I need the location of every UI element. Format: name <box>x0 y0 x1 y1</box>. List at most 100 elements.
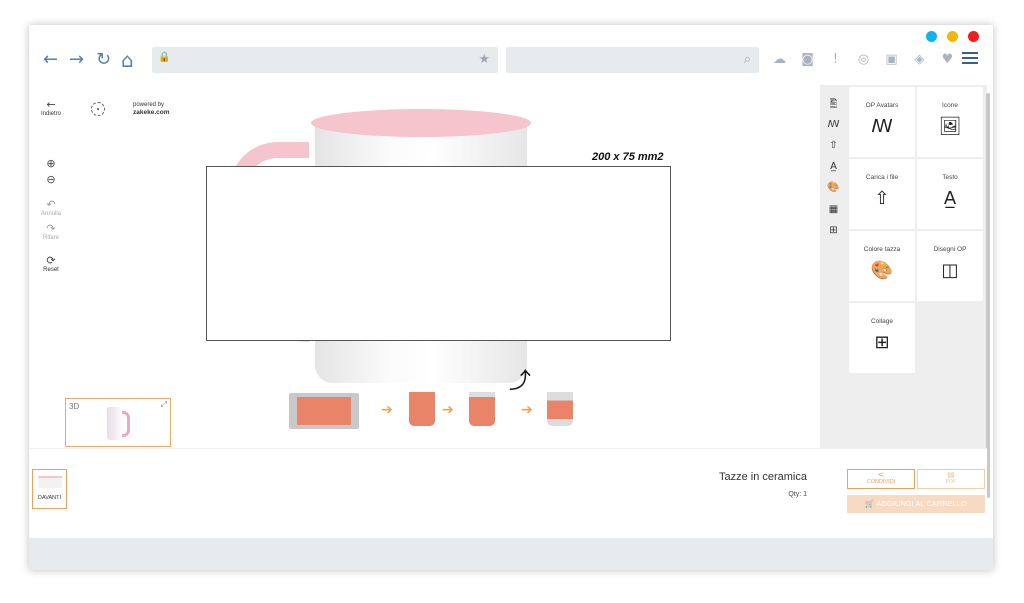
back-button[interactable]: ← Indietro <box>29 98 73 118</box>
zoom-in-icon: ⊕ <box>46 157 56 170</box>
brand-name[interactable]: zakeke.com <box>133 109 170 116</box>
tools-panel: OP Avatars ꟿ Icone 🖼 Carica i file ⇧ Tes… <box>847 85 987 448</box>
panel-item-mug-color[interactable]: Colore tazza 🎨 <box>849 231 915 301</box>
print-area[interactable] <box>206 166 671 341</box>
toolbar-icons: ☁ ◙ ! ◎ ▣ ◈ ♥ <box>771 51 956 68</box>
pdf-icon: ▤ <box>947 470 955 479</box>
back-label: Indietro <box>40 111 61 117</box>
print-area-dimensions: 200 x 75 mm2 <box>592 151 664 163</box>
avatars-tool-icon[interactable]: ꟿ <box>820 119 847 130</box>
search-bar[interactable]: ⌕ <box>506 47 759 73</box>
panel-item-label: Collage <box>870 318 894 325</box>
footer-band <box>29 538 993 570</box>
undo-button[interactable]: ↶ Annulla <box>29 198 73 218</box>
step-arrow-icon: ➔ <box>442 402 454 418</box>
lock-icon: 🔒 <box>158 52 171 63</box>
text-icon: A̲ <box>943 188 957 209</box>
image-tool-icon[interactable]: 🖺 <box>820 97 847 114</box>
3d-label: 3D <box>69 402 80 411</box>
back-arrow-icon[interactable]: ← <box>43 49 58 71</box>
panel-item-label: Colore tazza <box>863 246 901 253</box>
avatars-icon: ꟿ <box>871 116 893 137</box>
move-icon[interactable] <box>91 102 105 116</box>
cloud-upload-icon[interactable]: ☁ <box>771 51 788 68</box>
reset-label: Reset <box>43 267 59 273</box>
upload-tool-icon[interactable]: ⇧ <box>820 140 847 151</box>
undo-icon: ↶ <box>46 198 56 211</box>
close-button[interactable] <box>968 31 979 42</box>
pdf-button[interactable]: ▤ PDF <box>917 469 985 489</box>
wrap-instructions: ➔ ➔ ➔ <box>289 390 589 430</box>
palette-icon: 🎨 <box>870 260 894 281</box>
bookmark-star-icon[interactable]: ★ <box>478 52 490 67</box>
panel-item-label: OP Avatars <box>865 102 899 109</box>
image-icon: 🖼 <box>938 116 962 137</box>
palette-tool-icon[interactable]: 🎨 <box>820 182 847 193</box>
alert-icon[interactable]: ! <box>827 51 844 68</box>
text-tool-icon[interactable]: A̲ <box>820 161 847 172</box>
powered-by-label: powered by <box>133 102 165 108</box>
panel-item-label: Disegni OP <box>933 246 967 253</box>
maximize-button[interactable] <box>947 31 958 42</box>
redo-icon: ↷ <box>46 222 56 235</box>
shield-icon[interactable]: ◈ <box>911 51 928 68</box>
reset-icon: ⟳ <box>46 254 56 267</box>
upload-icon: ⇧ <box>874 188 890 209</box>
camera-icon[interactable]: ◙ <box>799 51 816 68</box>
zoom-out-button[interactable]: ⊖ <box>29 174 73 186</box>
minimize-button[interactable] <box>926 31 937 42</box>
search-icon[interactable]: ⌕ <box>744 52 751 67</box>
share-label: CONDIVIDI <box>866 479 896 485</box>
side-preview <box>37 476 62 488</box>
collage-tool-icon[interactable]: ⊞ <box>820 225 847 236</box>
bottom-bar: DAVANTI Tazze in ceramica Qty: 1 < CONDI… <box>29 448 987 538</box>
step-arrow-icon: ➔ <box>521 402 533 418</box>
panel-item-text[interactable]: Testo A̲ <box>917 159 983 229</box>
side-label: DAVANTI <box>37 495 62 501</box>
pdf-label: PDF <box>945 479 957 485</box>
curl-step <box>409 392 435 426</box>
window-controls <box>926 31 979 42</box>
mug-rim <box>311 109 531 137</box>
zoom-in-button[interactable]: ⊕ <box>29 158 73 170</box>
powered-by: powered by zakeke.com <box>133 102 170 116</box>
add-to-cart-button[interactable]: 🛒 AGGIUNGI AL CARRELLO <box>847 495 985 513</box>
share-button[interactable]: < CONDIVIDI <box>847 469 915 489</box>
product-customizer: ← Indietro ⊕ ⊖ ↶ Annulla ↷ Rifare ⟳ Rese… <box>29 85 993 538</box>
redo-button[interactable]: ↷ Rifare <box>29 222 73 242</box>
layout-icon: ◫ <box>941 260 959 281</box>
tool-icon-strip: 🖺 ꟿ ⇧ A̲ 🎨 ▦ ⊞ <box>820 85 847 448</box>
wrap-step <box>469 392 495 426</box>
step-arrow-icon: ➔ <box>381 402 393 418</box>
reload-icon[interactable]: ↻ <box>96 49 111 71</box>
browser-toolbar: ← → ↻ ⌂ 🔒 ★ ⌕ ☁ ◙ ! ◎ ▣ ◈ ♥ <box>29 45 993 77</box>
3d-preview[interactable]: 3D ⤢ <box>65 398 171 447</box>
reset-button[interactable]: ⟳ Reset <box>29 254 73 274</box>
scrollbar-thumb[interactable] <box>986 93 990 498</box>
share-icon: < <box>877 470 885 479</box>
layout-tool-icon[interactable]: ▦ <box>820 204 847 215</box>
product-title: Tazze in ceramica <box>718 471 807 483</box>
quantity-label: Qty: 1 <box>788 491 807 498</box>
panel-item-label: Carica i file <box>865 174 899 181</box>
panel-item-label: Icone <box>942 102 958 109</box>
expand-icon[interactable]: ⤢ <box>161 400 167 410</box>
address-bar[interactable]: 🔒 ★ <box>152 47 498 73</box>
home-icon[interactable]: ⌂ <box>121 49 134 71</box>
grid-icon: ⊞ <box>874 332 890 353</box>
panel-item-icone[interactable]: Icone 🖼 <box>917 87 983 157</box>
mini-mug-handle <box>122 411 130 437</box>
hamburger-menu-icon[interactable] <box>962 52 978 67</box>
forward-arrow-icon[interactable]: → <box>69 49 84 71</box>
panel-item-op-avatars[interactable]: OP Avatars ꟿ <box>849 87 915 157</box>
podcast-icon[interactable]: ◎ <box>855 51 872 68</box>
panel-item-collage[interactable]: Collage ⊞ <box>849 303 915 373</box>
side-thumbnail-front[interactable]: DAVANTI <box>32 469 67 509</box>
heart-icon[interactable]: ♥ <box>939 51 956 68</box>
panel-item-upload[interactable]: Carica i file ⇧ <box>849 159 915 229</box>
panel-item-label: Testo <box>942 174 958 181</box>
briefcase-icon[interactable]: ▣ <box>883 51 900 68</box>
panel-item-designs[interactable]: Disegni OP ◫ <box>917 231 983 301</box>
browser-window: ← → ↻ ⌂ 🔒 ★ ⌕ ☁ ◙ ! ◎ ▣ ◈ ♥ ← Indietro ⊕… <box>29 25 993 570</box>
arrow-left-icon: ← <box>46 98 56 111</box>
